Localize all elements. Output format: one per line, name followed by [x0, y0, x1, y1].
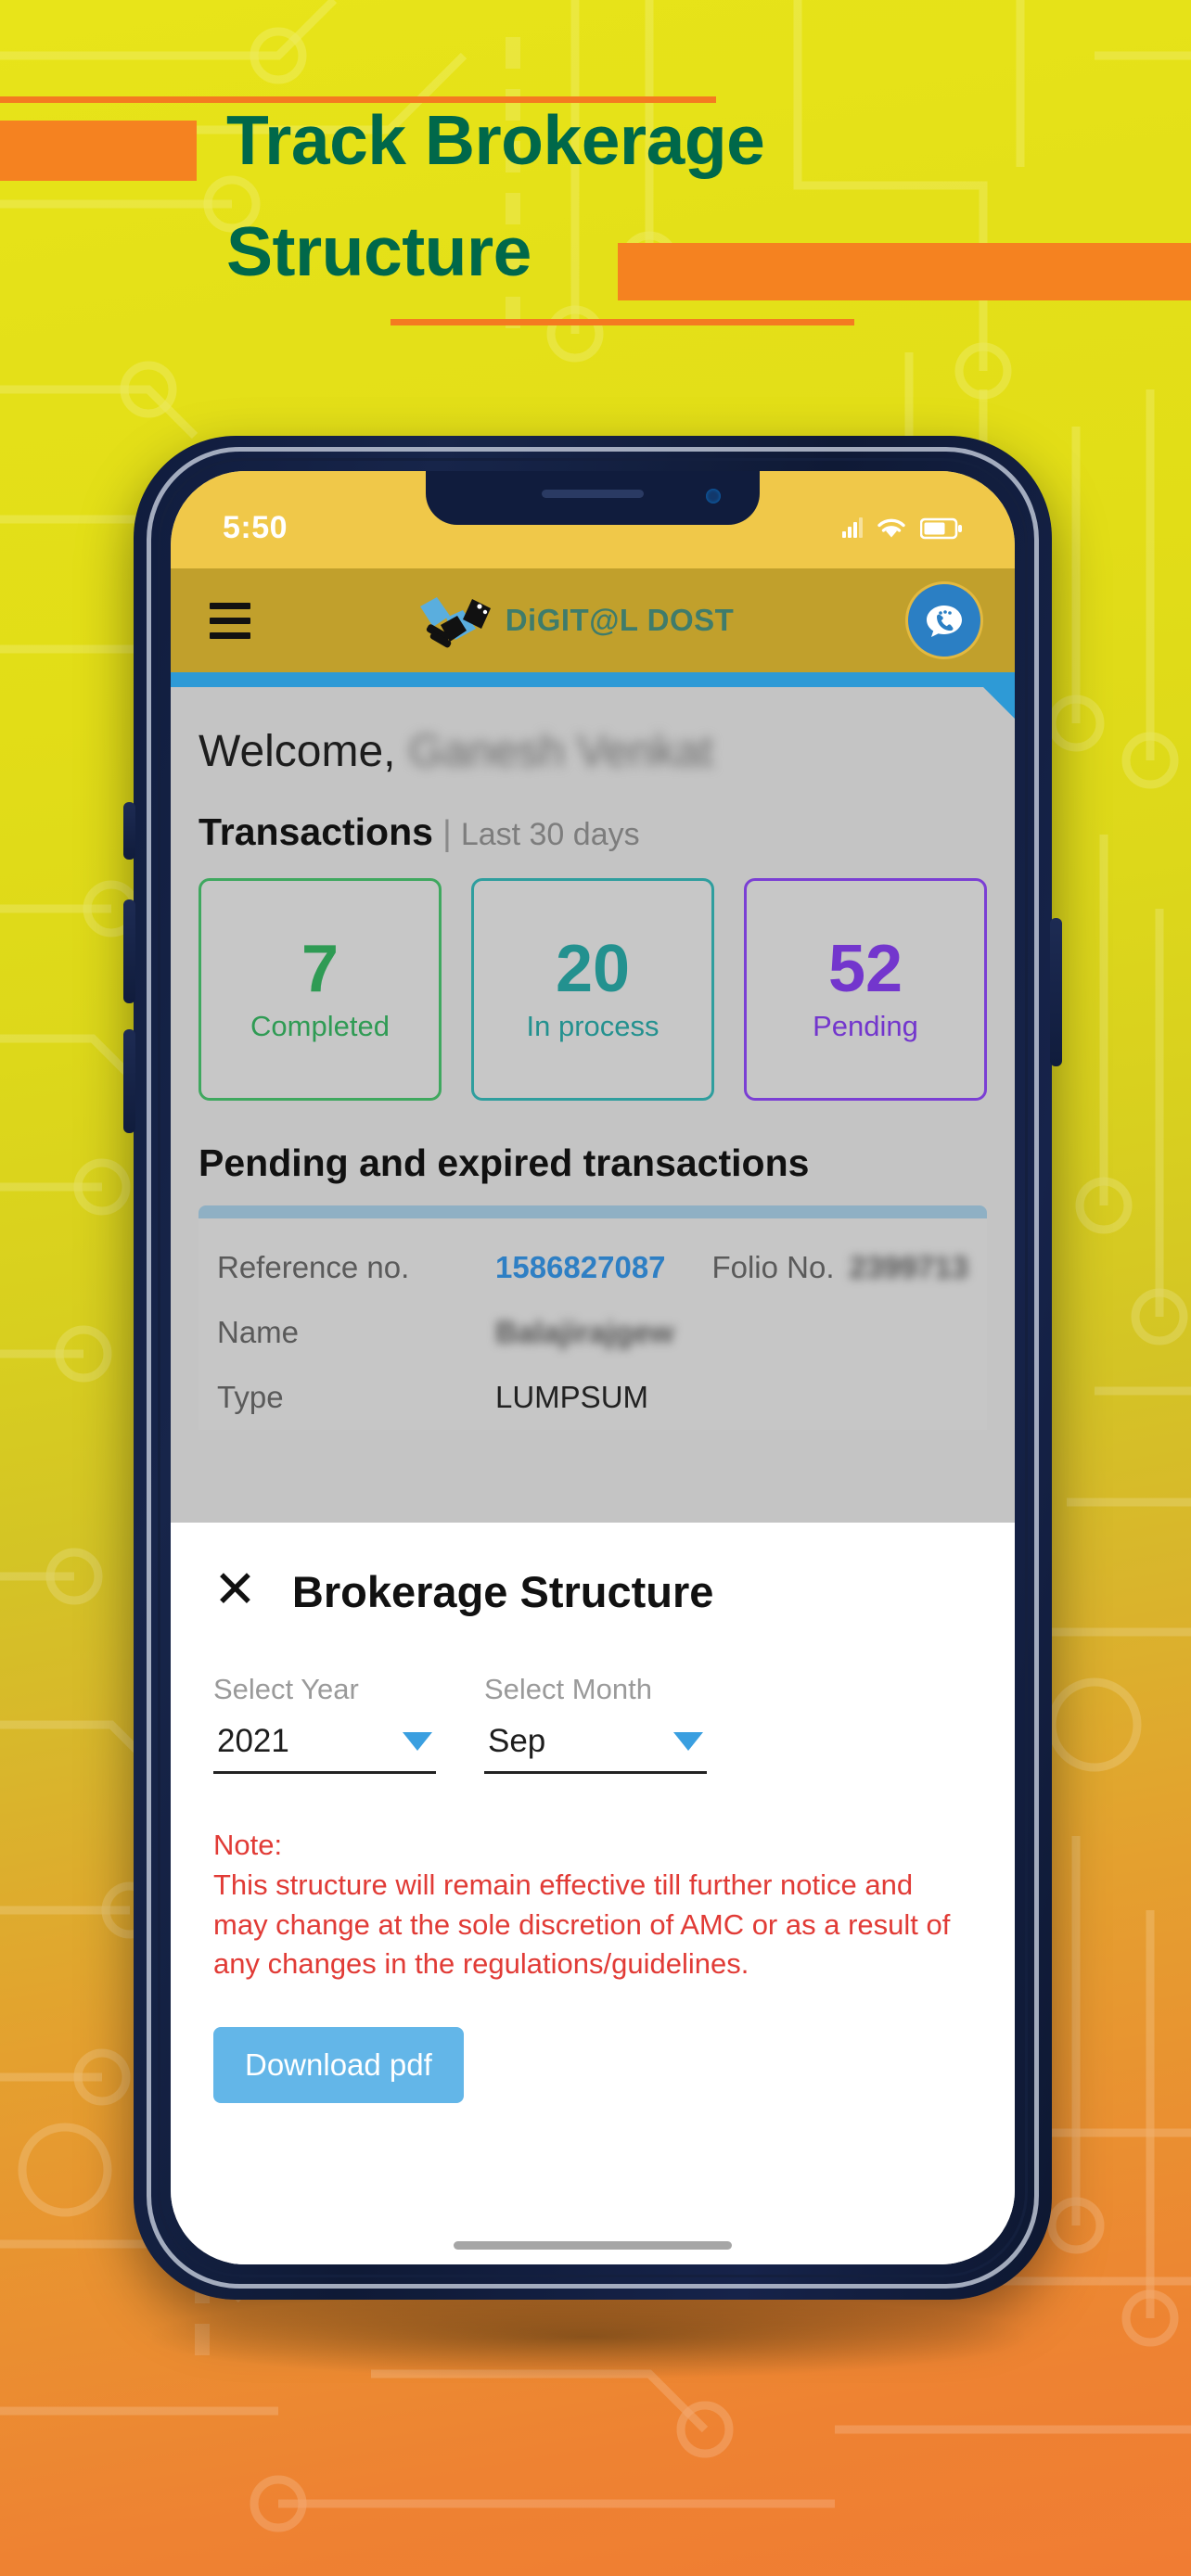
page-root: Track Brokerage Structure 5:50 DiGIT@L D…	[0, 0, 1191, 2576]
stat-value-completed: 7	[301, 932, 339, 1006]
handshake-logo-icon	[419, 597, 491, 648]
chevron-down-icon	[673, 1732, 703, 1751]
sheet-note: Note: This structure will remain effecti…	[213, 1826, 972, 1984]
row-label-reference-no: Reference no.	[217, 1250, 410, 1284]
app-logo: DiGIT@L DOST	[415, 592, 735, 649]
row-value-type: LUMPSUM	[495, 1380, 649, 1414]
banner-title-line2: Structure	[226, 212, 531, 290]
row-value-folio-no: 2399713	[849, 1250, 968, 1284]
stat-card-completed[interactable]: 7 Completed	[198, 878, 442, 1101]
pending-section-title: Pending and expired transactions	[198, 1141, 810, 1184]
select-month-dropdown[interactable]: Sep	[484, 1719, 707, 1774]
phone-notch	[426, 471, 760, 525]
sheet-title: Brokerage Structure	[291, 1566, 714, 1616]
brokerage-structure-sheet: ✕ Brokerage Structure Select Year 2021 S…	[171, 1523, 1015, 2264]
hamburger-menu-icon[interactable]	[202, 595, 258, 646]
status-time: 5:50	[223, 510, 288, 545]
stat-value-in-process: 20	[555, 932, 631, 1006]
front-camera	[706, 489, 721, 504]
phone-mockup: 5:50 DiGIT@L DOST Welcome, Ganesh Venkat…	[123, 436, 1062, 2378]
row-label-folio-no: Folio No.	[711, 1250, 835, 1284]
phone-volume-up-button[interactable]	[123, 899, 135, 1003]
title-right-accent-block	[618, 243, 1191, 300]
row-value-name: Balajirajgew	[495, 1315, 674, 1349]
table-row: Type LUMPSUM	[217, 1365, 968, 1430]
note-line-1: This structure will remain effective til…	[213, 1868, 914, 1901]
sheet-header: ✕ Brokerage Structure	[213, 1563, 972, 1617]
wifi-icon	[877, 518, 905, 537]
note-line-3: any changes in the regulations/guideline…	[213, 1947, 749, 1981]
select-year-label: Select Year	[213, 1673, 359, 1705]
note-line-2: may change at the sole discretion of AMC…	[213, 1907, 951, 1941]
table-row: Name Balajirajgew	[217, 1300, 968, 1365]
header-fold-corner	[983, 687, 1015, 719]
welcome-user-name: Ganesh Venkat	[408, 727, 713, 776]
title-underline-rule	[391, 319, 854, 325]
welcome-prefix: Welcome,	[198, 727, 396, 776]
stat-card-in-process[interactable]: 20 In process	[471, 878, 714, 1101]
transactions-separator: |	[442, 814, 452, 853]
home-indicator	[454, 2241, 732, 2250]
row-label-name: Name	[217, 1315, 300, 1349]
stat-value-pending: 52	[827, 932, 903, 1006]
stat-card-pending[interactable]: 52 Pending	[744, 878, 987, 1101]
select-month-label: Select Month	[484, 1673, 652, 1705]
select-year-dropdown[interactable]: 2021	[213, 1719, 436, 1774]
transactions-heading: Transactions | Last 30 days	[198, 810, 987, 854]
transactions-period: Last 30 days	[460, 817, 640, 852]
welcome-greeting: Welcome, Ganesh Venkat	[198, 726, 987, 777]
battery-icon	[920, 517, 962, 539]
transaction-stat-cards: 7 Completed 20 In process 52 Pending	[198, 878, 987, 1101]
close-x-icon[interactable]: ✕	[213, 1563, 257, 1615]
phone-screen: 5:50 DiGIT@L DOST Welcome, Ganesh Venkat…	[171, 471, 1015, 2264]
select-year-value: 2021	[217, 1723, 289, 1759]
download-pdf-button[interactable]: Download pdf	[213, 2027, 464, 2104]
header-blue-divider	[171, 672, 1015, 687]
title-left-accent-block	[0, 121, 197, 181]
select-month-value: Sep	[488, 1723, 546, 1759]
cellular-bars-icon	[842, 516, 863, 538]
row-value-reference-no[interactable]: 1586827087	[495, 1250, 666, 1285]
stat-label-completed: Completed	[250, 1010, 390, 1042]
phone-power-button[interactable]	[1050, 918, 1062, 1066]
chevron-down-icon	[403, 1732, 432, 1751]
banner-title-line1: Track Brokerage	[226, 101, 765, 179]
phone-body: 5:50 DiGIT@L DOST Welcome, Ganesh Venkat…	[123, 436, 1062, 2300]
phone-mute-button[interactable]	[123, 802, 135, 860]
chat-support-icon[interactable]	[904, 581, 983, 659]
row-label-type: Type	[217, 1380, 284, 1414]
app-header: DiGIT@L DOST	[171, 568, 1015, 672]
pending-transactions-table: Reference no. 1586827087 Folio No. 23997…	[198, 1205, 987, 1430]
year-selector-group: Select Year 2021	[213, 1673, 436, 1774]
month-selector-group: Select Month Sep	[484, 1673, 707, 1774]
earpiece-speaker	[542, 490, 644, 498]
app-logo-text: DiGIT@L DOST	[505, 603, 735, 637]
stat-label-in-process: In process	[526, 1010, 660, 1042]
status-icons	[842, 516, 963, 541]
phone-volume-down-button[interactable]	[123, 1029, 135, 1133]
stat-label-pending: Pending	[813, 1010, 918, 1042]
note-heading: Note:	[213, 1829, 283, 1861]
sheet-selectors: Select Year 2021 Select Month Sep	[213, 1673, 972, 1774]
phone-drop-shadow	[152, 2295, 1024, 2378]
transactions-title: Transactions	[198, 810, 433, 853]
table-row: Reference no. 1586827087 Folio No. 23997…	[217, 1235, 968, 1300]
